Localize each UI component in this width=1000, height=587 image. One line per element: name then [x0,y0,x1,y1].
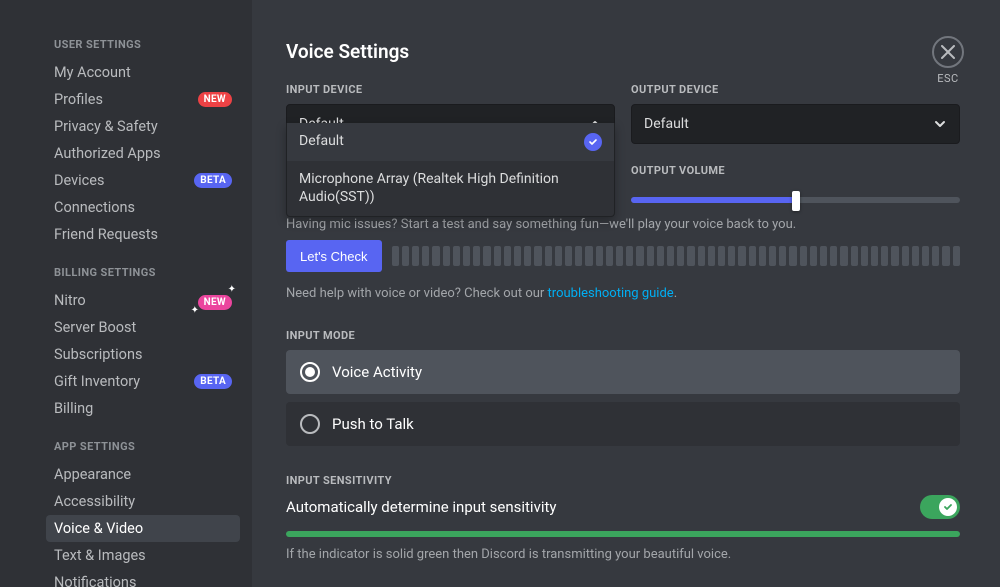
sidebar-section-app-settings: APP SETTINGS [54,440,240,453]
input-device-label: INPUT DEVICE [286,83,615,96]
sidebar-item-subscriptions[interactable]: Subscriptions [46,341,240,368]
sparkle-icon: ✦ [228,284,236,295]
input-device-option-default[interactable]: Default [287,123,614,161]
input-sensitivity-label: INPUT SENSITIVITY [286,474,960,487]
sidebar-item-gift-inventory[interactable]: Gift Inventory BETA [46,368,240,395]
sidebar-item-privacy-safety[interactable]: Privacy & Safety [46,113,240,140]
troubleshooting-link[interactable]: troubleshooting guide [548,286,674,301]
output-device-select[interactable]: Default [631,104,960,144]
check-circle-icon [584,133,602,151]
sidebar-item-notifications[interactable]: Notifications [46,569,240,587]
sensitivity-indicator [286,531,960,537]
sidebar-item-connections[interactable]: Connections [46,194,240,221]
sensitivity-hint: If the indicator is solid green then Dis… [286,547,960,562]
new-badge: NEW [198,92,232,107]
auto-sensitivity-label: Automatically determine input sensitivit… [286,498,557,516]
mic-test-hint: Having mic issues? Start a test and say … [286,217,960,232]
sidebar-item-server-boost[interactable]: Server Boost [46,314,240,341]
sidebar-item-appearance[interactable]: Appearance [46,461,240,488]
sidebar-item-voice-video[interactable]: Voice & Video [46,515,240,542]
radio-icon [300,362,320,382]
input-device-dropdown: Default Microphone Array (Realtek High D… [286,123,615,217]
settings-content: ESC Voice Settings INPUT DEVICE Default … [252,0,1000,587]
sidebar-item-devices[interactable]: Devices BETA [46,167,240,194]
input-mode-voice-activity[interactable]: Voice Activity [286,350,960,394]
mic-test-button[interactable]: Let's Check [286,240,382,272]
input-mode-label: INPUT MODE [286,329,960,342]
sidebar-item-authorized-apps[interactable]: Authorized Apps [46,140,240,167]
radio-icon [300,414,320,434]
settings-sidebar: USER SETTINGS My Account Profiles NEW Pr… [0,0,252,587]
help-text: Need help with voice or video? Check out… [286,286,960,301]
output-volume-thumb[interactable] [792,191,800,211]
sidebar-item-my-account[interactable]: My Account [46,59,240,86]
toggle-knob [939,498,957,516]
close-icon [941,45,955,59]
sidebar-section-user-settings: USER SETTINGS [54,38,240,51]
output-volume-slider[interactable] [631,197,960,203]
input-device-option-mic-array[interactable]: Microphone Array (Realtek High Definitio… [287,161,614,216]
sidebar-item-nitro[interactable]: Nitro ✦ NEW ✦ [46,287,240,314]
check-icon [943,502,953,512]
output-device-selected: Default [644,116,689,132]
output-volume-fill [631,197,796,203]
sidebar-section-billing-settings: BILLING SETTINGS [54,266,240,279]
page-title: Voice Settings [286,40,960,63]
sidebar-item-billing[interactable]: Billing [46,395,240,422]
auto-sensitivity-toggle[interactable] [920,495,960,519]
sidebar-item-accessibility[interactable]: Accessibility [46,488,240,515]
output-volume-label: OUTPUT VOLUME [631,164,960,177]
sidebar-item-friend-requests[interactable]: Friend Requests [46,221,240,248]
output-device-label: OUTPUT DEVICE [631,83,960,96]
close-button[interactable] [932,36,964,68]
new-badge: NEW [198,295,232,310]
beta-badge: BETA [194,173,232,188]
sidebar-item-profiles[interactable]: Profiles NEW [46,86,240,113]
beta-badge: BETA [194,374,232,389]
input-mode-push-to-talk[interactable]: Push to Talk [286,402,960,446]
chevron-down-icon [933,117,947,131]
mic-test-meter [392,246,960,266]
sidebar-item-text-images[interactable]: Text & Images [46,542,240,569]
